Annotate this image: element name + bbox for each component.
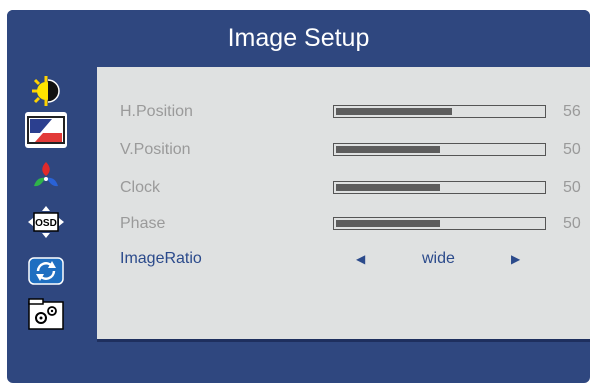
- setting-label: H.Position: [120, 103, 193, 120]
- setting-label: ImageRatio: [120, 250, 202, 267]
- v-position-row[interactable]: V.Position 50: [97, 138, 590, 162]
- v-position-slider[interactable]: [333, 143, 546, 156]
- panel-bottom-border: [97, 339, 590, 342]
- setting-value: 50: [563, 141, 581, 158]
- menu-title: Image Setup: [7, 10, 590, 67]
- osd-menu: Image Setup OSD H.Position 56 V.Position…: [7, 10, 590, 383]
- clock-slider[interactable]: [333, 181, 546, 194]
- image-setup-icon[interactable]: [25, 112, 67, 148]
- right-arrow-icon[interactable]: ▶: [511, 247, 520, 271]
- setting-label: Phase: [120, 215, 166, 232]
- setting-label: V.Position: [120, 141, 191, 158]
- phase-row[interactable]: Phase 50: [97, 212, 590, 236]
- phase-slider[interactable]: [333, 217, 546, 230]
- color-setup-icon[interactable]: [25, 159, 67, 195]
- slider-fill: [336, 184, 440, 191]
- reset-icon[interactable]: [25, 253, 67, 289]
- setting-label: Clock: [120, 179, 161, 196]
- image-ratio-row[interactable]: ImageRatio ◀ wide ▶: [97, 247, 590, 271]
- extra-settings-icon[interactable]: [25, 296, 67, 332]
- setting-value: 50: [563, 179, 581, 196]
- left-arrow-icon[interactable]: ◀: [356, 247, 365, 271]
- osd-setup-icon[interactable]: OSD: [25, 204, 67, 240]
- sidebar: OSD: [7, 67, 97, 340]
- h-position-row[interactable]: H.Position 56: [97, 100, 590, 124]
- clock-row[interactable]: Clock 50: [97, 176, 590, 200]
- brightness-contrast-icon[interactable]: [25, 73, 67, 109]
- settings-panel: H.Position 56 V.Position 50 Clock 50 Pha…: [97, 67, 590, 340]
- slider-fill: [336, 108, 452, 115]
- setting-value: 56: [563, 103, 581, 120]
- slider-fill: [336, 220, 440, 227]
- setting-value: 50: [563, 215, 581, 232]
- h-position-slider[interactable]: [333, 105, 546, 118]
- svg-text:OSD: OSD: [35, 218, 57, 229]
- slider-fill: [336, 146, 440, 153]
- image-ratio-value: wide: [422, 250, 455, 267]
